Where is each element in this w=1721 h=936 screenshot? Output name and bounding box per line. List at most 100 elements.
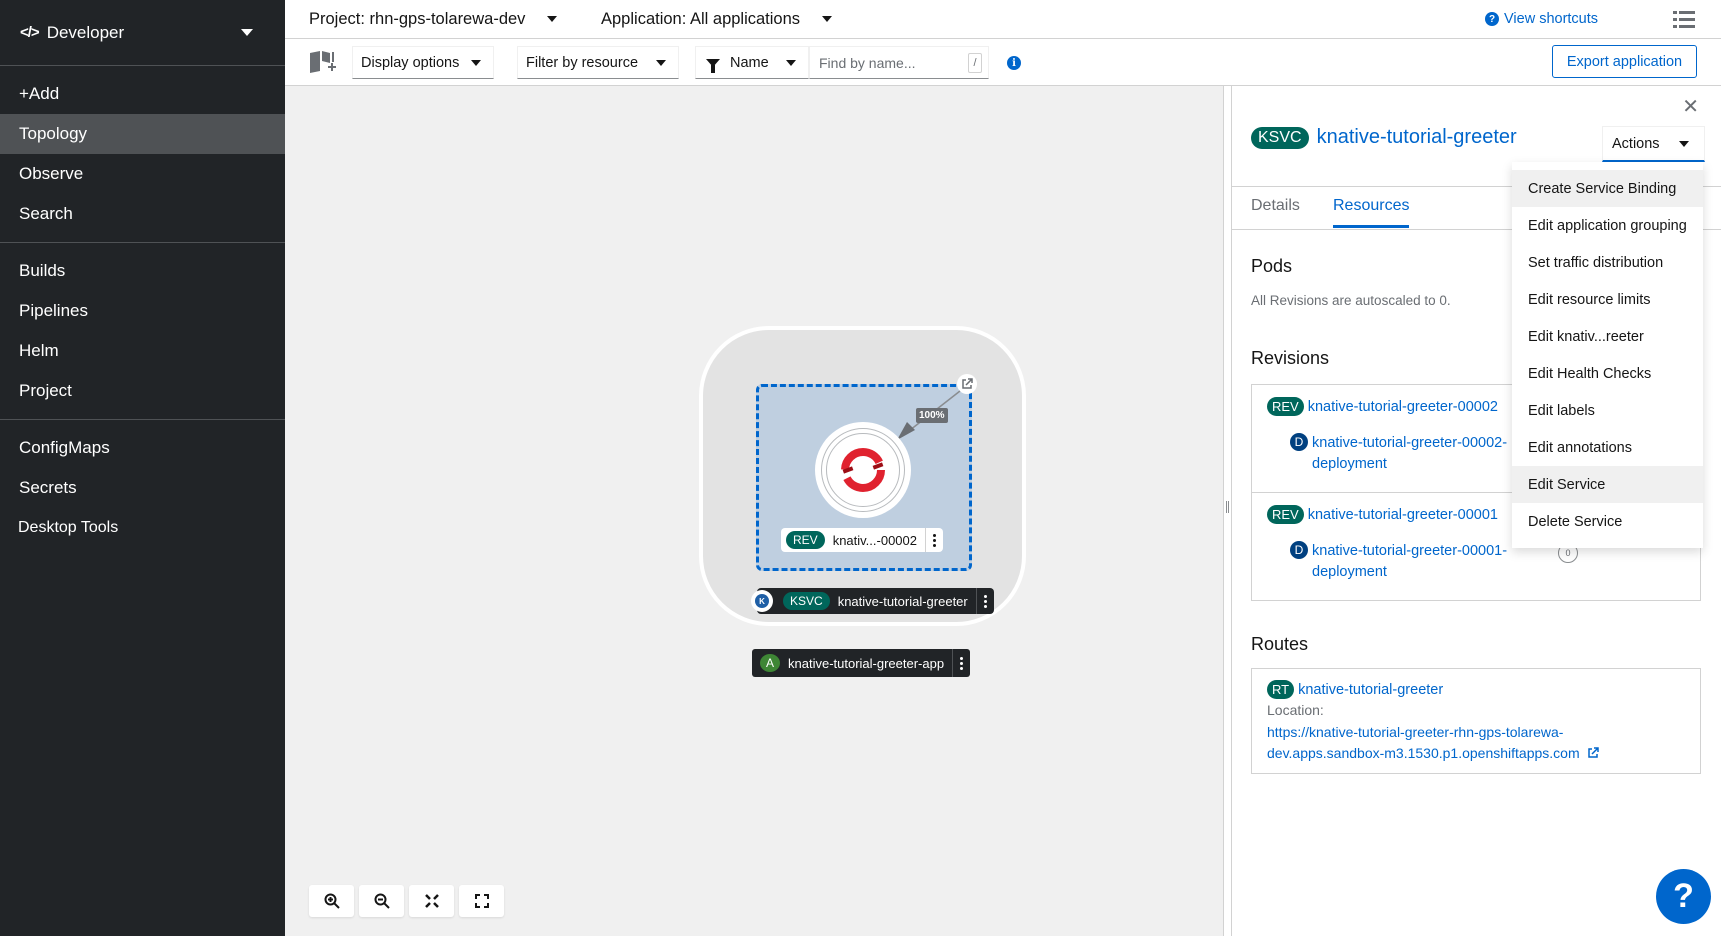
menu-item-create-service-binding[interactable]: Create Service Binding xyxy=(1512,170,1703,207)
sidebar-item-secrets[interactable]: Secrets xyxy=(0,468,285,508)
panel-resize-handle[interactable] xyxy=(1223,86,1232,936)
tab-resources[interactable]: Resources xyxy=(1333,197,1410,228)
filter-by-resource-label: Filter by resource xyxy=(526,54,639,71)
kebab-menu-icon[interactable] xyxy=(975,588,994,614)
panel-title: KSVC knative-tutorial-greeter xyxy=(1251,126,1517,149)
menu-item-edit-health-checks[interactable]: Edit Health Checks xyxy=(1512,355,1703,392)
close-icon[interactable]: ✕ xyxy=(1682,94,1699,119)
menu-item-edit-resource-limits[interactable]: Edit resource limits xyxy=(1512,281,1703,318)
filter-by-resource-dropdown[interactable]: Filter by resource xyxy=(517,46,679,79)
help-button[interactable]: ? xyxy=(1656,869,1711,924)
sidebar: </> Developer +Add Topology Observe Sear… xyxy=(0,0,285,936)
application-selector[interactable]: Application: All applications xyxy=(601,9,833,29)
revision-link[interactable]: knative-tutorial-greeter-00001 xyxy=(1308,507,1498,523)
caret-down-icon xyxy=(822,16,833,22)
actions-dropdown[interactable]: Actions xyxy=(1602,126,1705,162)
zoom-in-button[interactable] xyxy=(309,885,354,917)
pods-autoscale-text: All Revisions are autoscaled to 0. xyxy=(1251,293,1451,308)
project-label: Project: rhn-gps-tolarewa-dev xyxy=(309,9,526,28)
code-icon: </> xyxy=(20,24,40,41)
revision-name: knativ...-00002 xyxy=(832,532,917,548)
display-options-label: Display options xyxy=(361,54,460,71)
caret-down-icon xyxy=(241,29,253,36)
kebab-menu-icon[interactable] xyxy=(925,528,943,552)
menu-item-edit-labels[interactable]: Edit labels xyxy=(1512,392,1703,429)
actions-menu: Create Service Binding Edit application … xyxy=(1512,162,1703,548)
revisions-heading: Revisions xyxy=(1251,348,1330,368)
application-label: Application: All applications xyxy=(601,9,801,28)
sidebar-item-configmaps[interactable]: ConfigMaps xyxy=(0,428,285,468)
route-link[interactable]: knative-tutorial-greeter xyxy=(1298,682,1443,698)
export-application-button[interactable]: Export application xyxy=(1552,45,1697,78)
menu-item-edit-service[interactable]: Edit Service xyxy=(1512,466,1703,503)
kebab-menu-icon[interactable] xyxy=(952,649,970,677)
deployment-link[interactable]: knative-tutorial-greeter-00002- deployme… xyxy=(1312,433,1507,475)
reset-view-button[interactable] xyxy=(459,885,504,917)
tab-details[interactable]: Details xyxy=(1251,197,1300,225)
sidebar-item-project[interactable]: Project xyxy=(0,371,285,411)
zoom-out-icon xyxy=(374,893,390,909)
topology-canvas[interactable]: 100% REV knativ...-00002 K KSVC knative-… xyxy=(285,86,1223,936)
info-circle-icon[interactable]: i xyxy=(1007,56,1021,70)
app-root: </> Developer +Add Topology Observe Sear… xyxy=(0,0,1721,936)
perspective-label: Developer xyxy=(46,22,125,42)
application-name: knative-tutorial-greeter-app xyxy=(788,655,945,671)
app-badge: A xyxy=(760,654,780,672)
deployment-link[interactable]: knative-tutorial-greeter-00001- deployme… xyxy=(1312,541,1507,583)
knative-icon: K xyxy=(751,590,773,612)
service-node-label[interactable]: K KSVC knative-tutorial-greeter xyxy=(751,588,994,614)
menu-item-edit-application-grouping[interactable]: Edit application grouping xyxy=(1512,207,1703,244)
sidebar-item-pipelines[interactable]: Pipelines xyxy=(0,291,285,331)
menu-item-edit-annotations[interactable]: Edit annotations xyxy=(1512,429,1703,466)
caret-down-icon xyxy=(786,59,796,66)
caret-down-icon xyxy=(1679,140,1689,147)
project-selector[interactable]: Project: rhn-gps-tolarewa-dev xyxy=(309,9,558,29)
question-circle-icon: ? xyxy=(1485,12,1499,26)
list-view-icon[interactable] xyxy=(1673,10,1695,28)
sidebar-item-helm[interactable]: Helm xyxy=(0,331,285,371)
routes-list: RT knative-tutorial-greeter Location: ht… xyxy=(1251,668,1701,774)
zoom-in-icon xyxy=(324,893,340,909)
name-filter-dropdown[interactable]: Name xyxy=(695,46,809,79)
nav-group-config: ConfigMaps Secrets Desktop Tools xyxy=(0,420,285,548)
route-url-line2: dev.apps.sandbox-m3.1530.p1.openshiftapp… xyxy=(1267,745,1580,761)
panel-title-text[interactable]: knative-tutorial-greeter xyxy=(1317,126,1517,149)
revision-link[interactable]: knative-tutorial-greeter-00002 xyxy=(1308,399,1498,415)
openshift-logo-icon xyxy=(841,448,885,492)
deployment-badge: D xyxy=(1290,433,1308,451)
caret-down-icon xyxy=(547,16,558,22)
route-url-link[interactable]: https://knative-tutorial-greeter-rhn-gps… xyxy=(1267,722,1599,764)
ksvc-badge: KSVC xyxy=(783,592,830,610)
sidebar-item-search[interactable]: Search xyxy=(0,194,285,234)
caret-down-icon xyxy=(656,59,666,66)
deployment-link-line2: deployment xyxy=(1312,564,1387,580)
menu-item-set-traffic-distribution[interactable]: Set traffic distribution xyxy=(1512,244,1703,281)
view-shortcuts-link[interactable]: ? View shortcuts xyxy=(1485,11,1598,27)
name-filter-label: Name xyxy=(730,54,769,71)
shortcut-key-hint: / xyxy=(968,53,982,73)
sidebar-item-desktop-tools[interactable]: Desktop Tools xyxy=(0,508,285,548)
revision-node-label[interactable]: REV knativ...-00002 xyxy=(781,528,943,552)
quick-search-book-icon[interactable] xyxy=(308,49,336,75)
menu-item-edit-service-name[interactable]: Edit knativ...reeter xyxy=(1512,318,1703,355)
sidebar-item-observe[interactable]: Observe xyxy=(0,154,285,194)
sidebar-item-add[interactable]: +Add xyxy=(0,74,285,114)
sidebar-item-builds[interactable]: Builds xyxy=(0,251,285,291)
topology-toolbar: Display options Filter by resource Name … xyxy=(285,39,1721,86)
deployment-badge: D xyxy=(1290,541,1308,559)
fit-to-screen-button[interactable] xyxy=(409,885,454,917)
display-options-dropdown[interactable]: Display options xyxy=(352,46,494,79)
route-url-line1: https://knative-tutorial-greeter-rhn-gps… xyxy=(1267,724,1564,740)
zoom-out-button[interactable] xyxy=(359,885,404,917)
deployment-link-line2: deployment xyxy=(1312,456,1387,472)
application-node-label[interactable]: A knative-tutorial-greeter-app xyxy=(752,649,971,677)
sidebar-item-topology[interactable]: Topology xyxy=(0,114,285,154)
find-by-name-search: / xyxy=(809,46,989,79)
rev-badge: REV xyxy=(786,531,825,549)
view-shortcuts-label: View shortcuts xyxy=(1504,11,1599,27)
perspective-switcher[interactable]: </> Developer xyxy=(0,0,285,66)
revision-pod-node[interactable] xyxy=(815,422,911,518)
menu-item-delete-service[interactable]: Delete Service xyxy=(1512,503,1703,540)
ksvc-badge: KSVC xyxy=(1251,126,1309,149)
find-by-name-input[interactable] xyxy=(819,54,959,71)
